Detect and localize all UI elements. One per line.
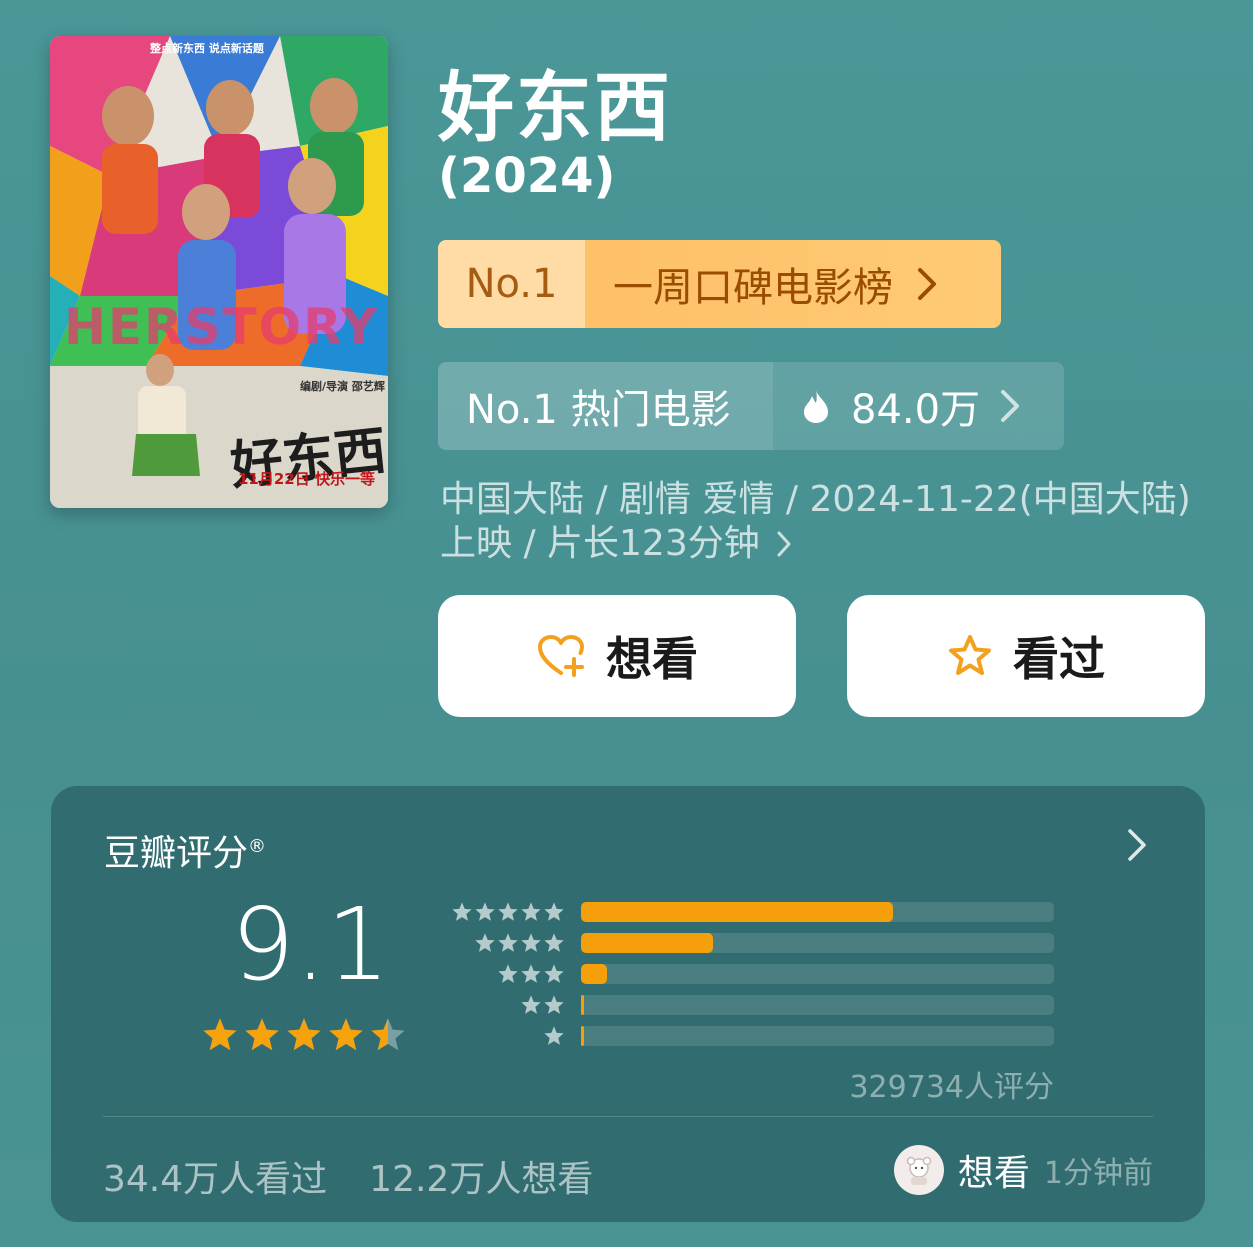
- rating-star-icon: [287, 1018, 321, 1051]
- poster-director: 编剧/导演 邵艺辉: [300, 380, 385, 393]
- rating-star-icon: [245, 1018, 279, 1051]
- rating-title-text: 豆瓣评分: [104, 833, 249, 874]
- distribution-bar-track: [581, 933, 1054, 953]
- want-count: 12.2万人想看: [369, 1159, 594, 1200]
- seen-count: 34.4万人看过: [103, 1159, 328, 1200]
- flame-icon: [804, 390, 828, 423]
- small-star-icon: [521, 995, 541, 1014]
- movie-poster[interactable]: 整点新东西 说点新话题 HERSTORY 编剧/导演 邵艺辉 好东西 11月22…: [50, 36, 388, 508]
- want-to-watch-label: 想看: [606, 632, 698, 686]
- weekly-ranking-badge[interactable]: No.1 一周口碑电影榜: [438, 240, 1001, 328]
- chevron-right-icon[interactable]: [1127, 828, 1147, 862]
- small-star-icon: [521, 964, 541, 983]
- small-star-icon: [521, 902, 541, 921]
- poster-release: 11月22日 快乐一等: [238, 470, 375, 488]
- watched-button[interactable]: 看过: [847, 595, 1205, 717]
- distribution-row-4-star: [447, 932, 1054, 954]
- rating-score: 9.1: [231, 886, 391, 1003]
- distribution-stars: [447, 1025, 565, 1047]
- small-star-icon: [498, 933, 518, 952]
- rating-count: 329734人评分: [849, 1070, 1054, 1105]
- poster-tagline: 整点新东西 说点新话题: [150, 42, 264, 55]
- distribution-row-5-star: [447, 901, 1054, 923]
- chevron-right-icon: [777, 531, 791, 557]
- distribution-bar-fill: [581, 933, 714, 953]
- small-star-icon: [498, 964, 518, 983]
- distribution-bar-track: [581, 995, 1054, 1015]
- distribution-stars: [447, 963, 565, 985]
- small-star-icon: [475, 933, 495, 952]
- distribution-row-3-star: [447, 963, 1054, 985]
- movie-title: 好东西: [438, 63, 672, 152]
- activity-time: 1分钟前: [1043, 1156, 1153, 1191]
- meta-line-1: 中国大陆 / 剧情 爱情 / 2024-11-22(中国大陆): [440, 479, 1191, 520]
- rating-star-icon: [203, 1018, 237, 1051]
- hot-ranking-badge[interactable]: No.1 热门电影 84.0万: [438, 362, 1064, 450]
- small-star-icon: [452, 902, 472, 921]
- audience-stats: 34.4万人看过 12.2万人想看: [103, 1150, 593, 1202]
- registered-mark: ®: [248, 836, 267, 857]
- distribution-row-2-star: [447, 994, 1054, 1016]
- small-star-icon: [544, 902, 564, 921]
- small-star-icon: [544, 933, 564, 952]
- small-star-icon: [498, 902, 518, 921]
- small-star-icon: [521, 933, 541, 952]
- watched-label: 看过: [1013, 632, 1105, 686]
- small-star-icon: [544, 1026, 564, 1045]
- distribution-bar-fill: [581, 995, 584, 1015]
- distribution-bar-track: [581, 1026, 1054, 1046]
- weekly-rank-label: 一周口碑电影榜: [613, 265, 893, 311]
- rating-card[interactable]: 豆瓣评分® 9.1 329734人评分 34.4万人看过 12.2万人想看 想看…: [51, 786, 1205, 1222]
- distribution-bar-fill: [581, 902, 894, 922]
- avatar: [893, 1145, 944, 1195]
- distribution-bar-fill: [581, 964, 607, 984]
- recent-activity[interactable]: 想看 1分钟前: [893, 1144, 1153, 1196]
- small-star-icon: [475, 902, 495, 921]
- rating-star-icon: [371, 1018, 405, 1051]
- weekly-rank-number: No.1: [438, 240, 585, 328]
- chevron-right-icon: [918, 268, 936, 300]
- movie-meta-info[interactable]: 中国大陆 / 剧情 爱情 / 2024-11-22(中国大陆) 上映 / 片长1…: [440, 478, 1210, 566]
- hot-rank-label: No.1 热门电影: [438, 362, 773, 450]
- distribution-bar-track: [581, 964, 1054, 984]
- rating-stars: [201, 1016, 407, 1054]
- distribution-bar-fill: [581, 1026, 584, 1046]
- distribution-row-1-star: [447, 1025, 1054, 1047]
- movie-year: (2024): [438, 148, 616, 204]
- heart-plus-icon: [538, 635, 584, 677]
- distribution-stars: [447, 932, 565, 954]
- small-star-icon: [544, 964, 564, 983]
- distribution-stars: [447, 994, 565, 1016]
- activity-label: 想看: [957, 1153, 1030, 1194]
- meta-line-2: 上映 / 片长123分钟: [440, 523, 760, 564]
- distribution-bar-track: [581, 902, 1054, 922]
- rating-star-icon: [329, 1018, 363, 1051]
- star-outline-icon: [949, 635, 991, 675]
- rating-title: 豆瓣评分®: [104, 824, 266, 876]
- poster-overlay-text: HERSTORY: [64, 298, 380, 356]
- hot-heat-value: 84.0万: [851, 387, 981, 433]
- divider: [103, 1116, 1153, 1117]
- want-to-watch-button[interactable]: 想看: [438, 595, 796, 717]
- chevron-right-icon: [1001, 390, 1020, 422]
- user-avatar-icon: [906, 1156, 932, 1185]
- distribution-stars: [447, 901, 565, 923]
- small-star-icon: [544, 995, 564, 1014]
